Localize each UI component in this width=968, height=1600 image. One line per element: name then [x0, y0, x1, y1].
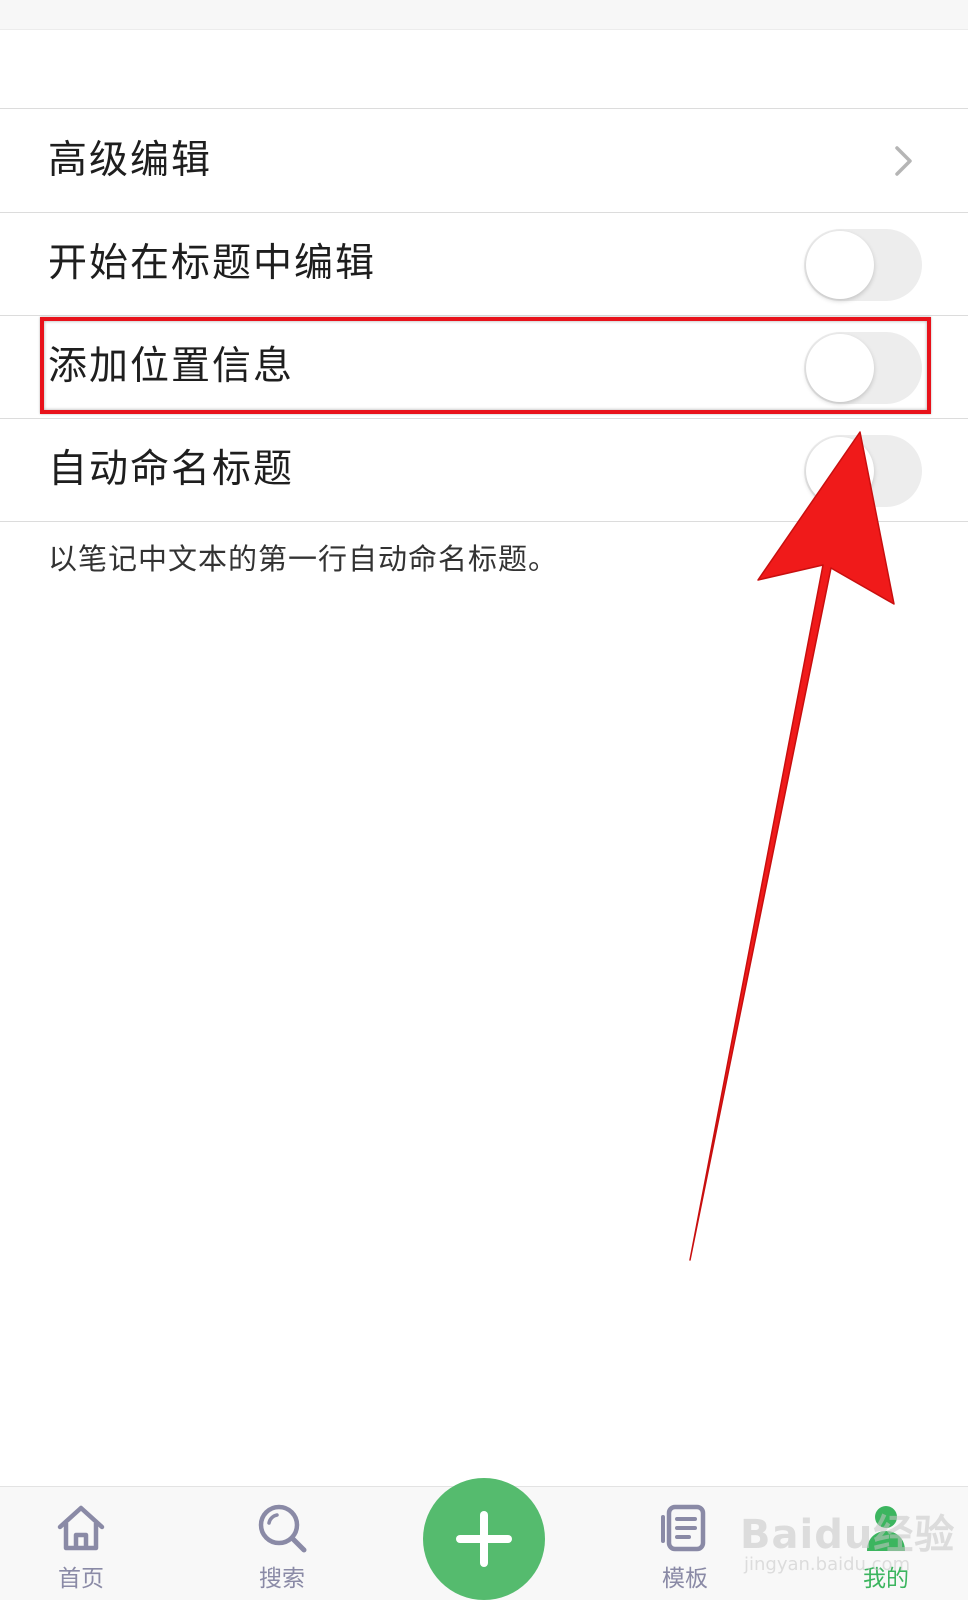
tab-search[interactable]: 搜索 — [217, 1487, 347, 1600]
toggle-knob — [806, 437, 874, 505]
toggle-knob — [806, 231, 874, 299]
setting-label: 高级编辑 — [48, 138, 213, 183]
watermark-url: jingyan.baidu.com — [744, 1554, 911, 1575]
baidu-watermark: Baidu经验 jingyan.baidu.com — [740, 1490, 962, 1595]
tab-home[interactable]: 首页 — [16, 1487, 146, 1600]
header-spacer — [0, 30, 968, 109]
add-note-button[interactable] — [423, 1478, 545, 1600]
setting-edit-in-title: 开始在标题中编辑 — [0, 213, 968, 316]
tab-label: 搜索 — [259, 1566, 305, 1592]
edit-in-title-toggle[interactable] — [804, 229, 922, 301]
status-bar — [0, 0, 968, 30]
plus-icon — [456, 1511, 512, 1567]
tab-label: 首页 — [58, 1566, 104, 1592]
setting-advanced-edit[interactable]: 高级编辑 — [0, 110, 968, 213]
chevron-right-icon — [895, 146, 912, 176]
tab-templates[interactable]: 模板 — [620, 1487, 750, 1600]
setting-label: 自动命名标题 — [48, 447, 295, 492]
setting-auto-name-title: 自动命名标题 — [0, 419, 968, 522]
setting-label: 开始在标题中编辑 — [48, 241, 377, 286]
search-icon — [258, 1504, 307, 1553]
template-icon — [661, 1504, 706, 1552]
tab-label: 模板 — [662, 1566, 708, 1592]
auto-name-title-toggle[interactable] — [804, 435, 922, 507]
auto-name-description: 以笔记中文本的第一行自动命名标题。 — [48, 542, 559, 576]
highlight-box — [40, 317, 931, 414]
home-icon — [57, 1505, 105, 1551]
watermark-main: Baidu经验 — [740, 1512, 956, 1558]
